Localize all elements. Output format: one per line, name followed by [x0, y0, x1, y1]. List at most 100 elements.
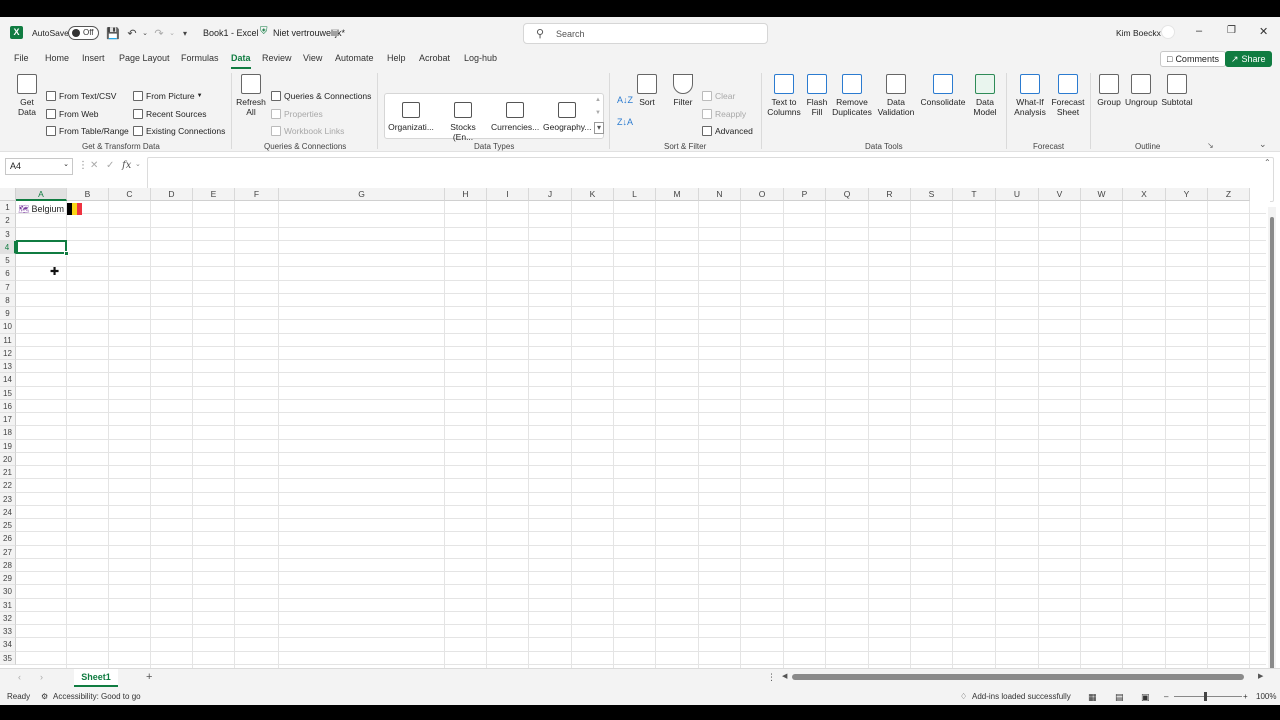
- group-button[interactable]: Group: [1096, 74, 1122, 107]
- more-options-icon[interactable]: ⋮: [78, 160, 88, 171]
- column-header-t[interactable]: T: [953, 188, 996, 201]
- comments-button[interactable]: □ Comments: [1160, 51, 1226, 67]
- from-web-button[interactable]: From Web: [46, 109, 99, 119]
- row-header-21[interactable]: 21: [0, 466, 16, 480]
- tab-page-layout[interactable]: Page Layout: [119, 53, 170, 63]
- column-header-o[interactable]: O: [741, 188, 784, 201]
- what-if-button[interactable]: What-If Analysis: [1010, 74, 1050, 117]
- column-header-h[interactable]: H: [445, 188, 487, 201]
- scroll-left-icon[interactable]: ◀: [782, 672, 787, 680]
- column-header-i[interactable]: I: [487, 188, 529, 201]
- horizontal-scroll-thumb[interactable]: [792, 674, 1244, 680]
- sensitivity-label[interactable]: Niet vertrouwelijk*: [273, 28, 345, 38]
- data-type-geography[interactable]: Geography...: [543, 102, 592, 132]
- dialog-launcher-icon[interactable]: ↘: [1207, 141, 1214, 150]
- cell-a1[interactable]: 🗺 Belgium: [18, 203, 82, 215]
- vertical-scroll-thumb[interactable]: [1270, 217, 1274, 672]
- column-header-g[interactable]: G: [279, 188, 445, 201]
- tab-help[interactable]: Help: [387, 53, 406, 63]
- row-header-23[interactable]: 23: [0, 492, 16, 506]
- row-header-18[interactable]: 18: [0, 426, 16, 440]
- tab-data[interactable]: Data: [231, 53, 251, 69]
- row-header-24[interactable]: 24: [0, 505, 16, 519]
- zoom-in-icon[interactable]: +: [1243, 692, 1248, 701]
- add-sheet-icon[interactable]: +: [146, 671, 152, 683]
- column-header-k[interactable]: K: [572, 188, 614, 201]
- tab-file[interactable]: File: [14, 53, 29, 63]
- undo-icon[interactable]: ↶: [125, 26, 139, 40]
- row-header-9[interactable]: 9: [0, 307, 16, 321]
- enter-icon[interactable]: ✓: [106, 160, 114, 171]
- sort-za-icon[interactable]: Z↓A: [617, 117, 633, 127]
- cancel-icon[interactable]: ✕: [90, 160, 98, 171]
- row-header-33[interactable]: 33: [0, 625, 16, 639]
- column-header-b[interactable]: B: [67, 188, 109, 201]
- next-sheet-icon[interactable]: ›: [40, 672, 43, 682]
- page-layout-view-icon[interactable]: ▤: [1115, 692, 1124, 703]
- row-header-15[interactable]: 15: [0, 386, 16, 400]
- sort-az-icon[interactable]: A↓Z: [617, 95, 633, 105]
- close-icon[interactable]: ✕: [1259, 25, 1268, 38]
- tab-review[interactable]: Review: [262, 53, 292, 63]
- tab-view[interactable]: View: [303, 53, 322, 63]
- gallery-more-icon[interactable]: ▾: [594, 122, 604, 134]
- column-header-r[interactable]: R: [869, 188, 911, 201]
- row-header-30[interactable]: 30: [0, 585, 16, 599]
- remove-duplicates-button[interactable]: Remove Duplicates: [832, 74, 872, 117]
- normal-view-icon[interactable]: ▦: [1088, 692, 1097, 703]
- ungroup-button[interactable]: Ungroup: [1125, 74, 1158, 107]
- insert-function-icon[interactable]: fx: [122, 160, 131, 171]
- active-cell-selection[interactable]: [16, 240, 69, 256]
- advanced-button[interactable]: Advanced: [702, 126, 753, 136]
- sheet-tab[interactable]: Sheet1: [74, 669, 118, 687]
- redo-icon[interactable]: ↷: [152, 26, 166, 40]
- column-header-u[interactable]: U: [996, 188, 1039, 201]
- tab-log-hub[interactable]: Log-hub: [464, 53, 497, 63]
- gallery-down-icon[interactable]: ▼: [595, 110, 601, 116]
- tab-formulas[interactable]: Formulas: [181, 53, 219, 63]
- consolidate-button[interactable]: Consolidate: [920, 74, 966, 107]
- column-header-f[interactable]: F: [235, 188, 279, 201]
- prev-sheet-icon[interactable]: ‹: [18, 672, 21, 682]
- data-type-stocks[interactable]: Stocks (En...: [439, 102, 487, 142]
- worksheet-grid[interactable]: ABCDEFGHIJKLMNOPQRSTUVWXYZ 1 2 3 4 5 6 7 8 9 10 11…: [0, 188, 1270, 668]
- filter-button[interactable]: Filter: [671, 74, 695, 107]
- column-header-j[interactable]: J: [529, 188, 572, 201]
- subtotal-button[interactable]: Subtotal: [1160, 74, 1194, 107]
- row-header-29[interactable]: 29: [0, 572, 16, 586]
- column-header-l[interactable]: L: [614, 188, 656, 201]
- from-table-range-button[interactable]: From Table/Range: [46, 126, 129, 136]
- row-header-19[interactable]: 19: [0, 439, 16, 453]
- row-header-1[interactable]: 1: [0, 201, 16, 215]
- name-box[interactable]: A4 ⌄: [5, 158, 73, 175]
- row-header-7[interactable]: 7: [0, 280, 16, 294]
- row-header-17[interactable]: 17: [0, 413, 16, 427]
- row-header-32[interactable]: 32: [0, 611, 16, 625]
- row-header-8[interactable]: 8: [0, 293, 16, 307]
- restore-icon[interactable]: ❐: [1227, 25, 1236, 36]
- accessibility-status[interactable]: Accessibility: Good to go: [53, 692, 141, 701]
- column-header-v[interactable]: V: [1039, 188, 1081, 201]
- row-header-34[interactable]: 34: [0, 638, 16, 652]
- data-type-organization[interactable]: Organizati...: [387, 102, 435, 132]
- zoom-slider[interactable]: [1174, 696, 1242, 697]
- search-box[interactable]: ⚲ Search: [523, 23, 768, 44]
- tab-acrobat[interactable]: Acrobat: [419, 53, 450, 63]
- avatar[interactable]: [1161, 25, 1175, 39]
- queries-connections-button[interactable]: Queries & Connections: [271, 91, 371, 101]
- row-header-13[interactable]: 13: [0, 360, 16, 374]
- tab-home[interactable]: Home: [45, 53, 69, 63]
- zoom-level[interactable]: 100%: [1256, 692, 1276, 701]
- user-name[interactable]: Kim Boeckx: [1116, 28, 1161, 38]
- reapply-button[interactable]: Reapply: [702, 109, 746, 119]
- row-header-22[interactable]: 22: [0, 479, 16, 493]
- row-header-2[interactable]: 2: [0, 214, 16, 228]
- recent-sources-button[interactable]: Recent Sources: [133, 109, 206, 119]
- collapse-formula-icon[interactable]: ⌃: [1264, 158, 1271, 167]
- column-header-x[interactable]: X: [1123, 188, 1166, 201]
- scroll-right-icon[interactable]: ▶: [1258, 672, 1263, 680]
- row-header-14[interactable]: 14: [0, 373, 16, 387]
- column-header-s[interactable]: S: [911, 188, 953, 201]
- collapse-ribbon-icon[interactable]: ⌄: [1259, 139, 1267, 150]
- row-header-6[interactable]: 6: [0, 267, 16, 281]
